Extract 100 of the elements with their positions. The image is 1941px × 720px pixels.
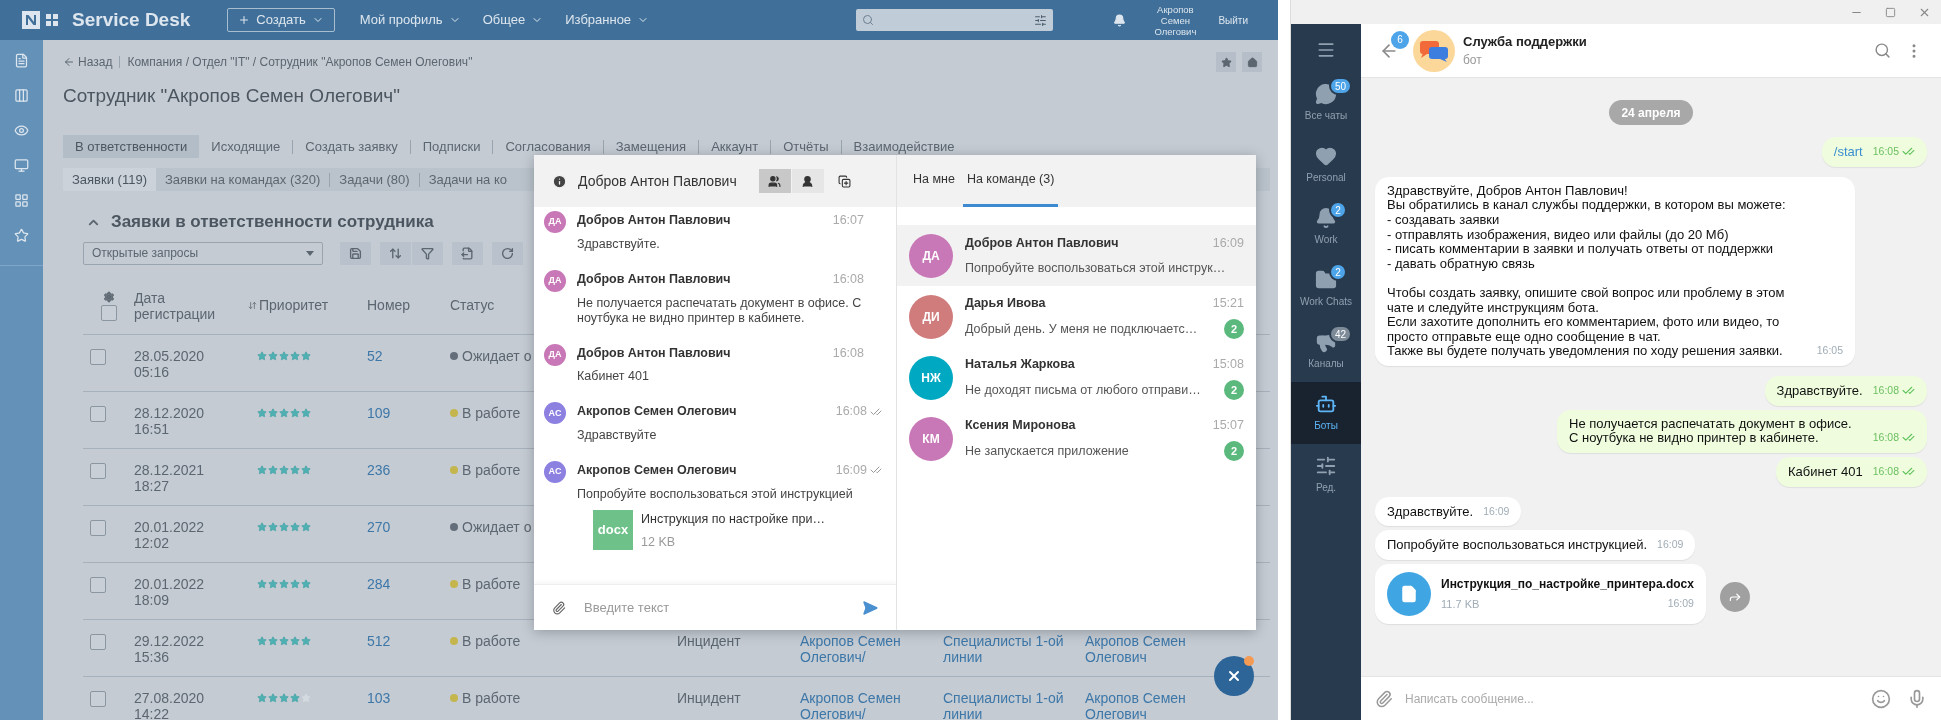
responsible-link[interactable]: Акропов Семен Олегович: [1085, 690, 1235, 720]
favorite-button[interactable]: [1216, 52, 1236, 72]
conversation-item[interactable]: ДА Добров Антон Павлович 16:09 Попробуйте воспользоваться этой инструк…: [897, 225, 1256, 286]
checkbox[interactable]: [100, 304, 117, 321]
logout-link[interactable]: Выйти: [1218, 12, 1248, 28]
initiator-link[interactable]: Акропов Семен Олегович/: [800, 690, 943, 720]
column-header[interactable]: Статус: [450, 295, 495, 316]
menu-item[interactable]: Избранное: [565, 10, 650, 30]
toolbar-button[interactable]: [452, 241, 483, 265]
tab[interactable]: На команде (3): [962, 155, 1059, 207]
attach-icon[interactable]: [1375, 689, 1393, 708]
tab[interactable]: Замещения: [603, 135, 699, 158]
checkbox[interactable]: [90, 577, 106, 593]
responsible-link[interactable]: Акропов Семен Олегович: [1085, 633, 1235, 665]
search-icon[interactable]: [1874, 42, 1891, 59]
avatar: АС: [544, 461, 566, 483]
checkbox[interactable]: [90, 349, 106, 365]
checkbox[interactable]: [90, 634, 106, 650]
tab[interactable]: Создать заявку: [293, 135, 410, 158]
column-header[interactable]: Приоритет: [259, 295, 329, 316]
avatar: АС: [544, 402, 566, 425]
home-button[interactable]: [1242, 52, 1262, 72]
maximize-icon[interactable]: [1885, 6, 1896, 18]
toolbar-button[interactable]: [340, 241, 371, 265]
file-name[interactable]: Инструкция_по_настройке_принтера.docx: [1441, 575, 1694, 594]
message-composer[interactable]: Введите текст: [534, 584, 896, 630]
number-link[interactable]: 103: [367, 690, 450, 706]
tab[interactable]: Отчёты: [771, 135, 841, 158]
message-input[interactable]: Написать сообщение...: [1405, 689, 1871, 708]
attachment-name[interactable]: Инструкция по настройке при…: [641, 509, 825, 529]
tab[interactable]: Взаимодействие: [841, 135, 967, 158]
tab[interactable]: Задачи (80): [330, 168, 419, 191]
tab[interactable]: Согласования: [493, 135, 603, 158]
info-icon[interactable]: [552, 173, 567, 189]
tab[interactable]: На мне: [909, 155, 959, 207]
menu-icon[interactable]: [1316, 40, 1336, 60]
close-chat-button[interactable]: [1214, 656, 1254, 696]
toolbar-button[interactable]: [412, 241, 443, 265]
number-link[interactable]: 270: [367, 519, 450, 535]
number-link[interactable]: 512: [367, 633, 450, 649]
columns-icon[interactable]: [14, 88, 29, 103]
settings-icon[interactable]: [102, 290, 115, 303]
monitor-icon[interactable]: [14, 158, 29, 173]
folder-tab[interactable]: Personal: [1291, 134, 1361, 196]
menu-item[interactable]: Общее: [482, 10, 544, 30]
number-link[interactable]: 109: [367, 405, 450, 421]
folder-tab[interactable]: Work 2: [1291, 196, 1361, 258]
tab[interactable]: В ответственности: [63, 135, 200, 158]
checkbox[interactable]: [90, 520, 106, 536]
bell-icon[interactable]: [1113, 13, 1127, 27]
filter-dropdown[interactable]: Открытые запросы: [83, 241, 323, 265]
checkbox[interactable]: [90, 406, 106, 422]
folder-tab[interactable]: Ред.: [1291, 444, 1361, 506]
tab[interactable]: Заявки на командах (320): [156, 168, 330, 191]
document-icon[interactable]: [14, 53, 29, 68]
folder-tab[interactable]: Work Chats 2: [1291, 258, 1361, 320]
send-icon[interactable]: [862, 599, 878, 616]
conversation-item[interactable]: ДИ Дарья Ивова 15:21 Добрый день. У меня не подключаетс… 2: [897, 286, 1256, 347]
initiator-link[interactable]: Акропов Семен Олегович/: [800, 633, 943, 665]
number-link[interactable]: 236: [367, 462, 450, 478]
filter-icon[interactable]: [1034, 13, 1048, 27]
checkbox[interactable]: [90, 463, 106, 479]
search-field[interactable]: [856, 9, 1054, 31]
folder-tab[interactable]: Все чаты 50: [1291, 72, 1361, 134]
star-icon[interactable]: [14, 228, 29, 243]
grid-icon[interactable]: [14, 193, 29, 208]
personal-view-button[interactable]: [791, 169, 824, 193]
tab[interactable]: Задачи на ко: [419, 168, 516, 191]
eye-icon[interactable]: [14, 123, 29, 138]
back-link[interactable]: Назад: [63, 53, 113, 71]
command-link[interactable]: /start: [1833, 145, 1863, 160]
attach-icon[interactable]: [552, 600, 566, 615]
folder-tab[interactable]: Боты: [1291, 382, 1361, 444]
tab[interactable]: Исходящие: [199, 135, 293, 158]
number-link[interactable]: 284: [367, 576, 450, 592]
conversation-item[interactable]: НЖ Наталья Жаркова 15:08 Не доходят письма от любого отправи… 2: [897, 347, 1256, 408]
message-input[interactable]: Введите текст: [584, 597, 862, 618]
team-view-button[interactable]: [758, 169, 791, 193]
emoji-icon[interactable]: [1871, 688, 1891, 709]
checkbox[interactable]: [90, 691, 106, 707]
menu-item[interactable]: Мой профиль: [359, 10, 461, 30]
message-composer[interactable]: Написать сообщение...: [1361, 676, 1941, 720]
tab[interactable]: Аккаунт: [699, 135, 771, 158]
folder-tab[interactable]: Каналы 42: [1291, 320, 1361, 382]
group-link[interactable]: Специалисты 1-ой линии: [943, 633, 1085, 665]
new-window-icon[interactable]: [837, 174, 851, 188]
number-link[interactable]: 52: [367, 348, 450, 364]
column-header[interactable]: Номер: [367, 295, 411, 316]
group-link[interactable]: Специалисты 1-ой линии: [943, 690, 1085, 720]
toolbar-button[interactable]: [380, 241, 411, 265]
status-cell: В работе: [462, 633, 521, 649]
create-button[interactable]: Создать: [227, 8, 335, 32]
column-header[interactable]: Дата регистрации: [134, 289, 224, 322]
conversation-item[interactable]: КМ Ксения Миронова 15:07 Не запускается приложение 2: [897, 408, 1256, 469]
microphone-icon[interactable]: [1907, 688, 1927, 709]
forward-button[interactable]: [1719, 582, 1750, 613]
tab[interactable]: Заявки (119): [63, 168, 156, 191]
tab[interactable]: Подписки: [410, 135, 493, 158]
toolbar-button[interactable]: [492, 241, 523, 265]
message-time: 15:08: [1212, 356, 1244, 374]
